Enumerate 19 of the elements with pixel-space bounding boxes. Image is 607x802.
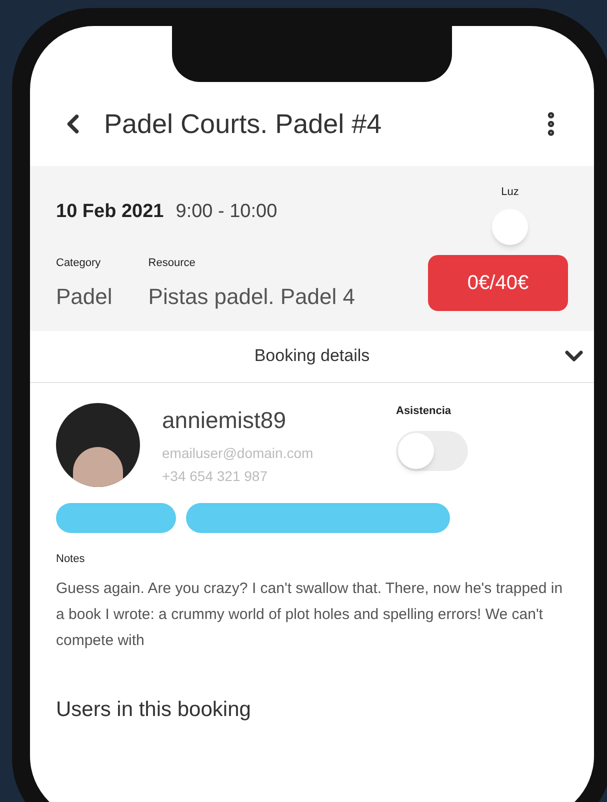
toggle-switch[interactable]: [492, 208, 528, 244]
resource-value: Pistas padel. Padel 4: [148, 282, 355, 311]
user-name: anniemist89: [162, 406, 288, 434]
light-label: Luz: [501, 185, 519, 200]
notes-text: Guess again. Are you crazy? I can't swallow that. There, now he's trapped in a book I wrote: a crummy world of plot holes and spelling errors! We can't compete with: [56, 578, 564, 650]
category-label: Category: [56, 256, 102, 271]
page-title: Padel Courts. Padel #4: [104, 108, 383, 141]
user-email: emailuser@domain.com: [162, 444, 314, 463]
booking-date: 10 Feb 2021: [56, 200, 164, 224]
booking-details-toggle[interactable]: Booking details: [30, 330, 594, 382]
resource-label: Resource: [148, 256, 196, 271]
attendance-label: Asistencia: [396, 404, 452, 418]
price-badge: 0€/40€: [428, 254, 568, 310]
user-phone: +34 654 321 987: [162, 467, 268, 486]
notes-label: Notes: [56, 552, 86, 567]
toggle-switch[interactable]: [396, 431, 468, 471]
category-value: Padel: [56, 282, 112, 310]
booking-time: 9:00 - 10:00: [176, 200, 278, 224]
section-title: Users in this booking: [56, 698, 251, 720]
